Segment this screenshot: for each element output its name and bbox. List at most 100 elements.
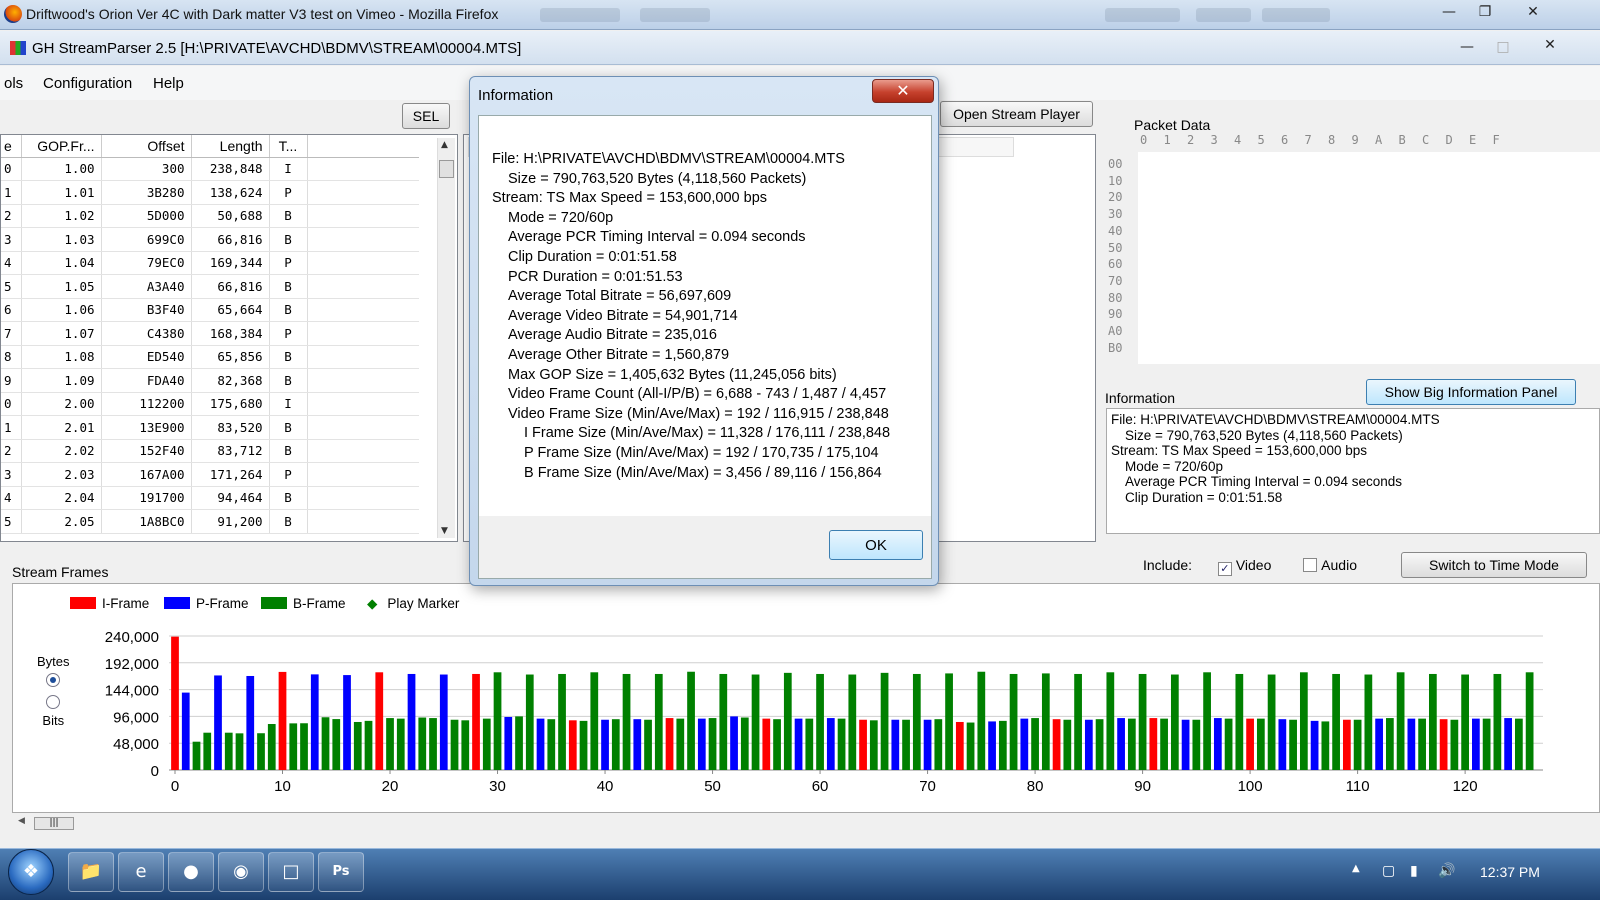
table-row[interactable]: 5 2.05 1A8BC0 91,200 B: [1, 509, 419, 534]
table-row[interactable]: 3 2.03 167A00 171,264 P: [1, 462, 419, 487]
bar-b-frame: [1192, 719, 1201, 770]
bar-p-frame: [504, 716, 513, 770]
bar-b-frame: [525, 674, 534, 770]
information-text-box[interactable]: File: H:\PRIVATE\AVCHD\BDMV\STREAM\00004…: [1106, 408, 1600, 534]
packet-col-label: 6: [1281, 133, 1289, 147]
packet-col-label: 2: [1187, 133, 1195, 147]
packet-rows: 00 10 20 30 40 50 60 70 80 90 A0 B0: [1108, 156, 1122, 356]
table-row[interactable]: 9 1.09 FDA40 82,368 B: [1, 368, 419, 393]
scroll-thumb[interactable]: [439, 160, 454, 178]
switch-to-time-mode-button[interactable]: Switch to Time Mode: [1401, 552, 1587, 578]
ok-button[interactable]: OK: [829, 530, 923, 560]
packet-col-label: B: [1398, 133, 1406, 147]
taskbar-photoshop[interactable]: Ps: [318, 852, 364, 892]
bar-i-frame: [278, 671, 287, 770]
col-header-index[interactable]: e: [1, 135, 22, 158]
video-checkbox-label[interactable]: Video: [1236, 557, 1272, 573]
bar-b-frame: [321, 717, 330, 770]
taskbar-app[interactable]: ◉: [218, 852, 264, 892]
scroll-thumb[interactable]: |||: [34, 817, 74, 830]
scroll-left-icon[interactable]: ◀: [18, 816, 25, 826]
app-minimize-icon[interactable]: —: [1452, 39, 1482, 59]
tray-expand-icon[interactable]: ▲: [1352, 863, 1360, 874]
table-row[interactable]: 1 2.01 13E900 83,520 B: [1, 415, 419, 440]
table-cell: 94,464: [191, 486, 270, 510]
table-cell: 169,344: [191, 251, 270, 275]
table-row[interactable]: 8 1.08 ED540 65,856 B: [1, 345, 419, 369]
col-header-length[interactable]: Length: [191, 135, 270, 158]
table-row[interactable]: 6 1.06 B3F40 65,664 B: [1, 298, 419, 322]
table-cell: 699C0: [101, 227, 192, 252]
bar-b-frame: [966, 722, 975, 770]
app-titlebar: GH StreamParser 2.5 [H:\PRIVATE\AVCHD\BD…: [0, 31, 1600, 65]
packet-col-label: F: [1492, 133, 1500, 147]
table-row[interactable]: 7 1.07 C4380 168,384 P: [1, 321, 419, 346]
sel-button[interactable]: SEL: [402, 103, 450, 129]
dialog-info-line: Average PCR Timing Interval = 0.094 seco…: [508, 229, 806, 246]
x-tick-label: 110: [1346, 778, 1370, 795]
taskbar-window[interactable]: □: [268, 852, 314, 892]
gop-table-scrollbar[interactable]: ▲ ▼: [437, 138, 455, 538]
audio-checkbox-label[interactable]: Audio: [1321, 557, 1357, 573]
table-row[interactable]: 4 1.04 79EC0 169,344 P: [1, 251, 419, 275]
menu-configuration[interactable]: Configuration: [43, 75, 132, 92]
video-checkbox[interactable]: ✓: [1217, 562, 1232, 576]
col-header-gop-frame[interactable]: GOP.Fr...: [21, 135, 102, 158]
bar-b-frame: [224, 732, 233, 770]
taskbar-ie[interactable]: e: [118, 852, 164, 892]
minimize-icon[interactable]: —: [1434, 4, 1464, 24]
col-header-offset[interactable]: Offset: [101, 135, 192, 158]
power-icon[interactable]: ▮: [1410, 863, 1418, 879]
table-row[interactable]: 2 1.02 5D000 50,688 B: [1, 204, 419, 228]
bar-b-frame: [805, 718, 814, 770]
table-row[interactable]: 1 1.01 3B280 138,624 P: [1, 180, 419, 205]
table-row[interactable]: 2 2.02 152F40 83,712 B: [1, 439, 419, 463]
volume-icon[interactable]: 🔊: [1438, 863, 1455, 879]
table-row[interactable]: 5 1.05 A3A40 66,816 B: [1, 274, 419, 299]
firefox-logo-icon: [4, 5, 22, 23]
network-icon[interactable]: ▢: [1382, 863, 1395, 879]
table-row[interactable]: 4 2.04 191700 94,464 B: [1, 486, 419, 510]
close-icon[interactable]: ✕: [1518, 4, 1548, 24]
bar-i-frame: [1342, 719, 1351, 770]
table-row[interactable]: 0 1.00 300 238,848 I: [1, 157, 419, 181]
bar-b-frame: [622, 673, 631, 770]
bar-p-frame: [407, 673, 416, 770]
app-maximize-icon[interactable]: □: [1488, 39, 1518, 59]
bar-b-frame: [1170, 674, 1179, 770]
taskbar-firefox[interactable]: ●: [168, 852, 214, 892]
table-cell: 112200: [101, 392, 192, 416]
menu-help[interactable]: Help: [153, 75, 184, 92]
bar-i-frame: [568, 720, 577, 770]
maximize-icon[interactable]: ❐: [1470, 4, 1500, 24]
menu-tools[interactable]: ols: [4, 75, 23, 92]
scroll-up-icon[interactable]: ▲: [441, 140, 448, 150]
table-row[interactable]: 3 1.03 699C0 66,816 B: [1, 227, 419, 252]
bar-b-frame: [1256, 718, 1265, 770]
bar-b-frame: [837, 718, 846, 770]
start-button[interactable]: ❖: [8, 849, 54, 895]
dialog-close-icon[interactable]: ✕: [872, 79, 934, 103]
photoshop-icon: Ps: [332, 864, 350, 879]
table-cell: 2.02: [21, 439, 102, 463]
bar-b-frame: [364, 720, 373, 770]
packet-col-label: 5: [1257, 133, 1265, 147]
taskbar-explorer[interactable]: 📁: [68, 852, 114, 892]
x-tick-label: 60: [812, 778, 829, 795]
col-header-type[interactable]: T...: [269, 135, 308, 158]
audio-checkbox[interactable]: [1303, 558, 1318, 572]
show-big-information-panel-button[interactable]: Show Big Information Panel: [1366, 379, 1576, 405]
bits-radio[interactable]: [46, 695, 61, 709]
taskbar-clock[interactable]: 12:37 PM: [1480, 864, 1540, 880]
table-cell: 1.09: [21, 368, 102, 393]
bar-b-frame: [203, 732, 212, 770]
app-close-icon[interactable]: ✕: [1535, 37, 1565, 57]
bar-i-frame: [171, 636, 179, 770]
chart-horizontal-scrollbar[interactable]: ◀ |||: [12, 815, 1600, 832]
open-stream-player-button[interactable]: Open Stream Player: [940, 101, 1093, 127]
table-cell: 191700: [101, 486, 192, 510]
packet-row-label: 80: [1108, 290, 1123, 305]
table-row[interactable]: 0 2.00 112200 175,680 I: [1, 392, 419, 416]
bytes-radio[interactable]: [46, 673, 61, 687]
scroll-down-icon[interactable]: ▼: [441, 526, 448, 536]
